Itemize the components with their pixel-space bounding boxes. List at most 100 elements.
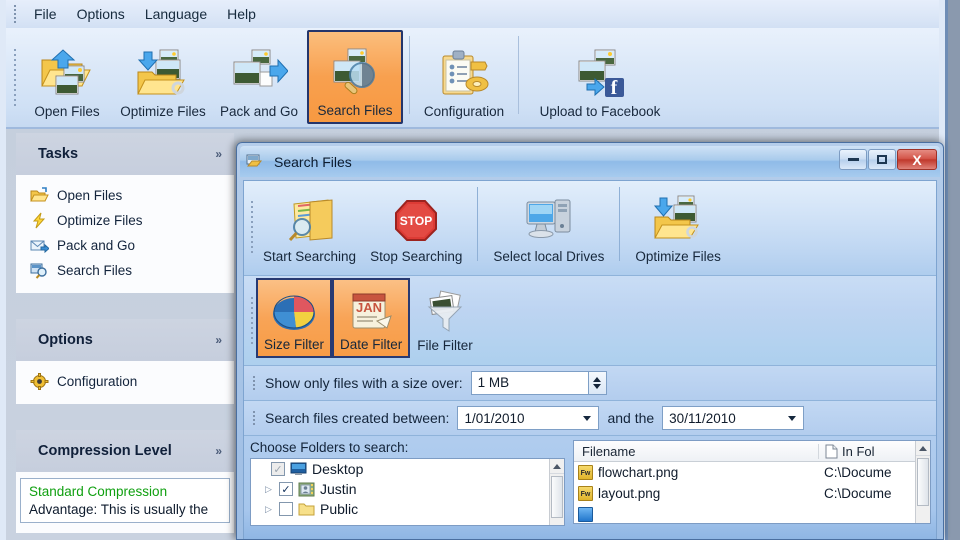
sidebar-item-label: Pack and Go <box>57 238 136 253</box>
pie-chart-icon <box>270 288 318 334</box>
chevron-icon: » <box>215 147 222 161</box>
menu-item-options[interactable]: Options <box>67 3 135 25</box>
maximize-icon <box>877 155 887 164</box>
size-filter-stepper[interactable] <box>587 371 607 395</box>
toolbar-button-upload-to-facebook[interactable]: f Upload to Facebook <box>525 30 675 124</box>
chevron-down-icon[interactable] <box>783 409 801 427</box>
sidebar-panel-header-compression[interactable]: Compression Level » <box>16 430 234 472</box>
gear-icon <box>30 373 49 390</box>
tree-item-public[interactable]: ▷ Public <box>251 499 564 519</box>
dialog-button-stop-searching[interactable]: STOP Stop Searching <box>363 183 469 269</box>
chevron-icon: » <box>215 333 222 347</box>
results-header: Filename In Fol <box>574 441 930 462</box>
fw-png-icon: Fw <box>578 486 593 501</box>
scroll-up-icon[interactable] <box>916 441 930 456</box>
search-files-dialog: Search Files X Start Searching STOP Stop… <box>236 142 944 540</box>
sidebar-item-pack-and-go[interactable]: Pack and Go <box>16 233 234 258</box>
filter-button-size-filter[interactable]: Size Filter <box>256 278 333 358</box>
date-filter-row: Search files created between: 1/01/2010 … <box>244 401 936 436</box>
date-filter-middle-label: and the <box>607 410 655 426</box>
toolbar-button-pack-and-go[interactable]: Pack and Go <box>211 30 307 124</box>
tree-checkbox[interactable]: ✓ <box>271 462 285 476</box>
sidebar-panel-header-tasks[interactable]: Tasks » <box>16 133 234 175</box>
table-row[interactable]: Fw layout.png C:\Docume <box>574 483 930 504</box>
toolbar-grip-icon[interactable] <box>10 31 19 123</box>
dialog-toolbar-grip-icon[interactable] <box>247 184 256 270</box>
results-list[interactable]: Filename In Fol Fw flowchart.png C:\Docu… <box>573 440 931 524</box>
folder-open-icon <box>30 187 49 204</box>
size-filter-row: Show only files with a size over: 1 MB <box>244 366 936 401</box>
maximize-button[interactable] <box>868 149 896 170</box>
column-header-folder[interactable]: In Fol <box>818 443 930 459</box>
scrollbar-thumb[interactable] <box>917 458 929 506</box>
lightning-icon <box>30 212 49 229</box>
twisty-icon[interactable]: ▷ <box>263 484 274 495</box>
dialog-filter-toolbar: Size Filter JAN Date Filter File Filter <box>244 276 936 366</box>
scroll-up-icon[interactable] <box>550 459 564 474</box>
panel-title: Tasks <box>38 146 79 162</box>
toolbar-button-search-files[interactable]: Search Files <box>307 30 403 124</box>
toolbar-label: Configuration <box>423 104 505 119</box>
dialog-button-select-local-drives[interactable]: Select local Drives <box>486 183 611 269</box>
toolbar-label: Open Files <box>34 104 100 119</box>
minimize-button[interactable] <box>839 149 867 170</box>
sidebar-panel-header-options[interactable]: Options » <box>16 319 234 361</box>
toolbar-label: Optimize Files <box>120 104 206 119</box>
tree-item-label: Justin <box>320 481 357 497</box>
filter-button-file-filter[interactable]: File Filter <box>410 278 480 358</box>
menu-bar: File Options Language Help <box>6 0 939 28</box>
size-filter-label: Show only files with a size over: <box>265 375 463 391</box>
toolbar-label: Pack and Go <box>219 104 299 119</box>
tree-checkbox[interactable]: ✓ <box>279 482 293 496</box>
results-scrollbar[interactable] <box>915 441 930 523</box>
screen: File Options Language Help Open Files Op… <box>0 0 960 540</box>
toolbar-button-open-files[interactable]: Open Files <box>19 30 115 124</box>
sidebar: Tasks » Open Files Optimize Files Pack a… <box>16 133 234 540</box>
result-folder: C:\Docume <box>824 486 892 501</box>
result-filename-cell <box>574 507 818 522</box>
sidebar-item-optimize-files[interactable]: Optimize Files <box>16 208 234 233</box>
dialog-button-optimize-files[interactable]: Optimize Files <box>628 183 728 269</box>
folders-scrollbar[interactable] <box>549 459 564 525</box>
menu-item-file[interactable]: File <box>24 3 67 25</box>
dialog-title-bar[interactable]: Search Files X <box>240 146 940 177</box>
sidebar-item-search-files[interactable]: Search Files <box>16 258 234 283</box>
result-filename: flowchart.png <box>598 465 679 480</box>
svg-text:f: f <box>611 77 618 99</box>
sidebar-item-configuration[interactable]: Configuration <box>16 369 234 394</box>
result-filename: layout.png <box>598 486 661 501</box>
table-row[interactable]: Fw flowchart.png C:\Docume <box>574 462 930 483</box>
scrollbar-thumb[interactable] <box>551 476 563 518</box>
date-to-combobox[interactable]: 30/11/2010 <box>662 406 805 430</box>
tree-item-desktop[interactable]: ✓ Desktop <box>251 459 564 479</box>
dialog-body: Start Searching STOP Stop Searching Sele… <box>243 180 937 539</box>
dialog-bottom-split: Choose Folders to search: ✓ Desktop ▷ ✓ … <box>244 436 936 539</box>
menu-item-help[interactable]: Help <box>217 3 266 25</box>
column-header-filename[interactable]: Filename <box>574 444 818 459</box>
dialog-button-start-searching[interactable]: Start Searching <box>256 183 363 269</box>
filter-toolbar-grip-icon[interactable] <box>247 279 256 361</box>
filter-button-date-filter[interactable]: JAN Date Filter <box>332 278 411 358</box>
panel-gap <box>16 293 234 319</box>
date-from-combobox[interactable]: 1/01/2010 <box>457 406 600 430</box>
size-row-grip-icon[interactable] <box>249 370 259 396</box>
select-local-drives-icon <box>523 194 575 246</box>
folders-tree[interactable]: ✓ Desktop ▷ ✓ Justin ▷ Public <box>250 458 565 526</box>
table-row[interactable] <box>574 504 930 523</box>
size-filter-input[interactable]: 1 MB <box>470 371 589 395</box>
tree-checkbox[interactable] <box>279 502 293 516</box>
sidebar-item-open-files[interactable]: Open Files <box>16 183 234 208</box>
stop-searching-icon: STOP <box>390 194 442 246</box>
tree-item-justin[interactable]: ▷ ✓ Justin <box>251 479 564 499</box>
menu-grip-icon[interactable] <box>10 3 20 25</box>
dialog-title: Search Files <box>274 153 352 170</box>
close-button[interactable]: X <box>897 149 937 170</box>
toolbar-button-optimize-files[interactable]: Optimize Files <box>115 30 211 124</box>
date-row-grip-icon[interactable] <box>249 405 259 431</box>
twisty-icon[interactable]: ▷ <box>263 504 274 515</box>
dialog-toolbar-separator <box>477 187 479 261</box>
date-filter-label: Search files created between: <box>265 410 450 426</box>
chevron-down-icon[interactable] <box>578 409 596 427</box>
menu-item-language[interactable]: Language <box>135 3 217 25</box>
toolbar-button-configuration[interactable]: Configuration <box>416 30 512 124</box>
